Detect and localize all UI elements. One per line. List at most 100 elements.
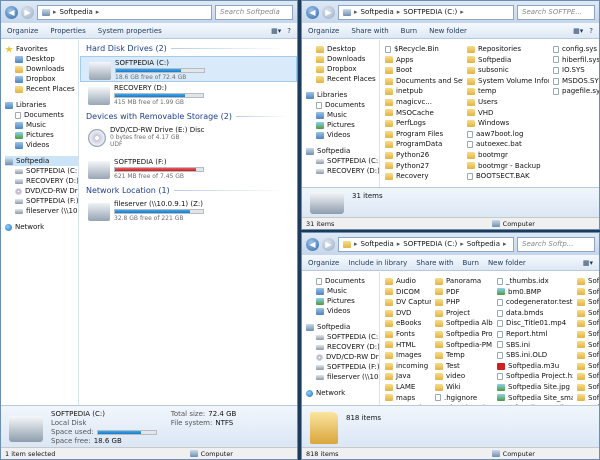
file-item[interactable]: .hgignore: [435, 393, 493, 404]
back-icon[interactable]: ◀: [306, 5, 319, 19]
file-item[interactable]: hiberfil.sys: [553, 55, 599, 66]
file-item[interactable]: Project: [435, 308, 493, 319]
nav-music[interactable]: Music: [5, 120, 78, 130]
file-item[interactable]: Softp: [577, 297, 599, 308]
file-item[interactable]: Softp: [577, 329, 599, 340]
file-item[interactable]: Softp: [577, 371, 599, 382]
file-item[interactable]: temp: [467, 86, 549, 97]
file-item[interactable]: bm0.BMP: [497, 287, 573, 298]
nav-item[interactable]: Softpedia: [306, 146, 379, 156]
nav-item[interactable]: RECOVERY (D:): [306, 342, 379, 352]
nav-item[interactable]: Pictures: [306, 296, 379, 306]
file-item[interactable]: Disc_Title01.mp4: [497, 318, 573, 329]
file-item[interactable]: Test: [435, 361, 493, 372]
file-item[interactable]: SBS.ini.OLD: [497, 350, 573, 361]
file-item[interactable]: ProgramData: [385, 139, 463, 150]
help-icon[interactable]: ?: [589, 27, 593, 35]
file-item[interactable]: Softp: [577, 350, 599, 361]
file-item[interactable]: incoming: [385, 361, 431, 372]
breadcrumb-softpedia[interactable]: Softpedia: [361, 240, 394, 248]
file-item[interactable]: codegenerator.test: [497, 297, 573, 308]
file-item[interactable]: Softpedia Site_small.jpg: [497, 393, 573, 404]
address-field[interactable]: ▸ Softpedia ▸: [37, 4, 212, 20]
file-item[interactable]: Softpedia Project: [435, 329, 493, 340]
nav-item[interactable]: Music: [306, 110, 379, 120]
file-item[interactable]: Report.html: [497, 329, 573, 340]
organize-button[interactable]: Organize: [7, 27, 38, 35]
file-item[interactable]: Softp: [577, 287, 599, 298]
file-item[interactable]: Softpedia Project.hxp: [497, 371, 573, 382]
file-item[interactable]: subsonic: [467, 65, 549, 76]
file-item[interactable]: Program Files: [385, 129, 463, 140]
file-item[interactable]: System Volume Information: [467, 76, 549, 87]
share-with-button[interactable]: Share with: [416, 259, 453, 267]
file-item[interactable]: Users: [467, 97, 549, 108]
nav-item[interactable]: Downloads: [306, 54, 379, 64]
file-item[interactable]: Recovery: [385, 171, 463, 182]
share-with-button[interactable]: Share with: [351, 27, 388, 35]
nav-item[interactable]: Softpedia: [306, 322, 379, 332]
file-item[interactable]: Python27: [385, 161, 463, 172]
file-item[interactable]: $Recycle.Bin: [385, 44, 463, 55]
file-item[interactable]: DV Capture: [385, 297, 431, 308]
breadcrumb-softpedia[interactable]: Softpedia: [60, 8, 93, 16]
file-item[interactable]: bootmgr: [467, 150, 549, 161]
nav-item[interactable]: SOFTPEDIA (C:): [306, 156, 379, 166]
nav-item[interactable]: Dropbox: [306, 64, 379, 74]
file-item[interactable]: Softpedia Site.jpg: [497, 382, 573, 393]
nav-computer[interactable]: Softpedia: [5, 156, 78, 166]
search-input[interactable]: Search Softpedia: [215, 4, 293, 20]
burn-button[interactable]: Burn: [401, 27, 417, 35]
nav-drive-d[interactable]: RECOVERY (D:): [5, 176, 78, 186]
group-removable-storage[interactable]: Devices with Removable Storage (2): [86, 112, 297, 121]
file-item[interactable]: Softp: [577, 382, 599, 393]
drive-tile-z[interactable]: fileserver (\\10.0.9.1) (Z:) 32.8 GB fre…: [80, 198, 297, 224]
include-in-library-button[interactable]: Include in library: [348, 259, 407, 267]
file-item[interactable]: DICOM: [385, 287, 431, 298]
nav-item[interactable]: Videos: [306, 130, 379, 140]
file-item[interactable]: video: [435, 371, 493, 382]
search-input[interactable]: Search SOFTPE...: [517, 4, 595, 20]
breadcrumb-drive-c[interactable]: SOFTPEDIA (C:): [403, 8, 457, 16]
file-item[interactable]: autoexec.bat: [467, 139, 549, 150]
new-folder-button[interactable]: New folder: [429, 27, 467, 35]
nav-downloads[interactable]: Downloads: [5, 64, 78, 74]
nav-drive-c[interactable]: SOFTPEDIA (C:): [5, 166, 78, 176]
nav-item[interactable]: RECOVERY (D:): [306, 166, 379, 176]
nav-favorites[interactable]: Favorites: [5, 44, 78, 54]
view-options-icon[interactable]: ▦▾: [583, 259, 593, 267]
drive-tile-c[interactable]: SOFTPEDIA (C:) 18.6 GB free of 72.4 GB: [80, 56, 297, 82]
file-item[interactable]: Softp: [577, 308, 599, 319]
back-icon[interactable]: ◀: [306, 237, 319, 251]
breadcrumb-drive-c[interactable]: SOFTPEDIA (C:): [403, 240, 457, 248]
nav-dropbox[interactable]: Dropbox: [5, 74, 78, 84]
group-hard-disk-drives[interactable]: Hard Disk Drives (2): [86, 44, 297, 53]
address-field[interactable]: ▸ Softpedia ▸ SOFTPEDIA (C:) ▸ Softpedia…: [338, 236, 514, 252]
file-item[interactable]: _thumbs.idx: [497, 276, 573, 287]
file-item[interactable]: DVD: [385, 308, 431, 319]
file-item[interactable]: data.bmds: [497, 308, 573, 319]
file-item[interactable]: inetpub: [385, 86, 463, 97]
nav-item[interactable]: Pictures: [306, 120, 379, 130]
organize-button[interactable]: Organize: [308, 27, 339, 35]
file-item[interactable]: PerfLogs: [385, 118, 463, 129]
file-item[interactable]: Softp: [577, 340, 599, 351]
nav-item[interactable]: SOFTPEDIA (F:): [306, 362, 379, 372]
nav-drive-f[interactable]: SOFTPEDIA (F:): [5, 196, 78, 206]
nav-libraries[interactable]: Libraries: [5, 100, 78, 110]
file-item[interactable]: HTML: [385, 340, 431, 351]
nav-item[interactable]: Music: [306, 286, 379, 296]
forward-icon[interactable]: ▶: [21, 5, 34, 19]
file-item[interactable]: config.sys: [553, 44, 599, 55]
nav-item[interactable]: fileserver (\\10.0.9.1): [306, 372, 379, 382]
file-item[interactable]: pagefile.sys: [553, 86, 599, 97]
nav-videos[interactable]: Videos: [5, 140, 78, 150]
organize-button[interactable]: Organize: [308, 259, 339, 267]
file-item[interactable]: BOOTSECT.BAK: [467, 171, 549, 182]
file-item[interactable]: Softp: [577, 361, 599, 372]
nav-pictures[interactable]: Pictures: [5, 130, 78, 140]
drive-tile-d[interactable]: RECOVERY (D:) 415 MB free of 1.99 GB: [80, 82, 297, 108]
nav-desktop[interactable]: Desktop: [5, 54, 78, 64]
file-item[interactable]: eBooks: [385, 318, 431, 329]
nav-recent-places[interactable]: Recent Places: [5, 84, 78, 94]
